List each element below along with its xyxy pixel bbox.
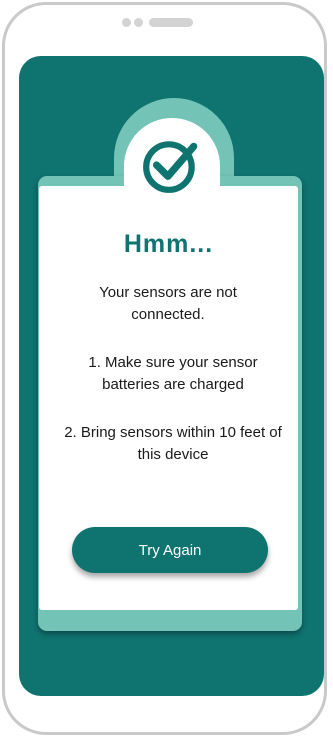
camera-dot	[122, 18, 131, 27]
alert-message: Your sensors are not connected.	[99, 284, 237, 323]
speaker-bar	[149, 18, 193, 27]
alert-title: Hmm...	[123, 230, 214, 258]
step-2: 2. Bring sensors within 10 feet of this …	[64, 424, 282, 463]
step-1: 1. Make sure your sensor batteries are c…	[88, 354, 258, 393]
try-again-button[interactable]: Try Again	[72, 527, 268, 573]
sensor-dot	[134, 18, 143, 27]
speaker-grille	[122, 18, 193, 27]
check-circle-icon	[143, 141, 198, 193]
